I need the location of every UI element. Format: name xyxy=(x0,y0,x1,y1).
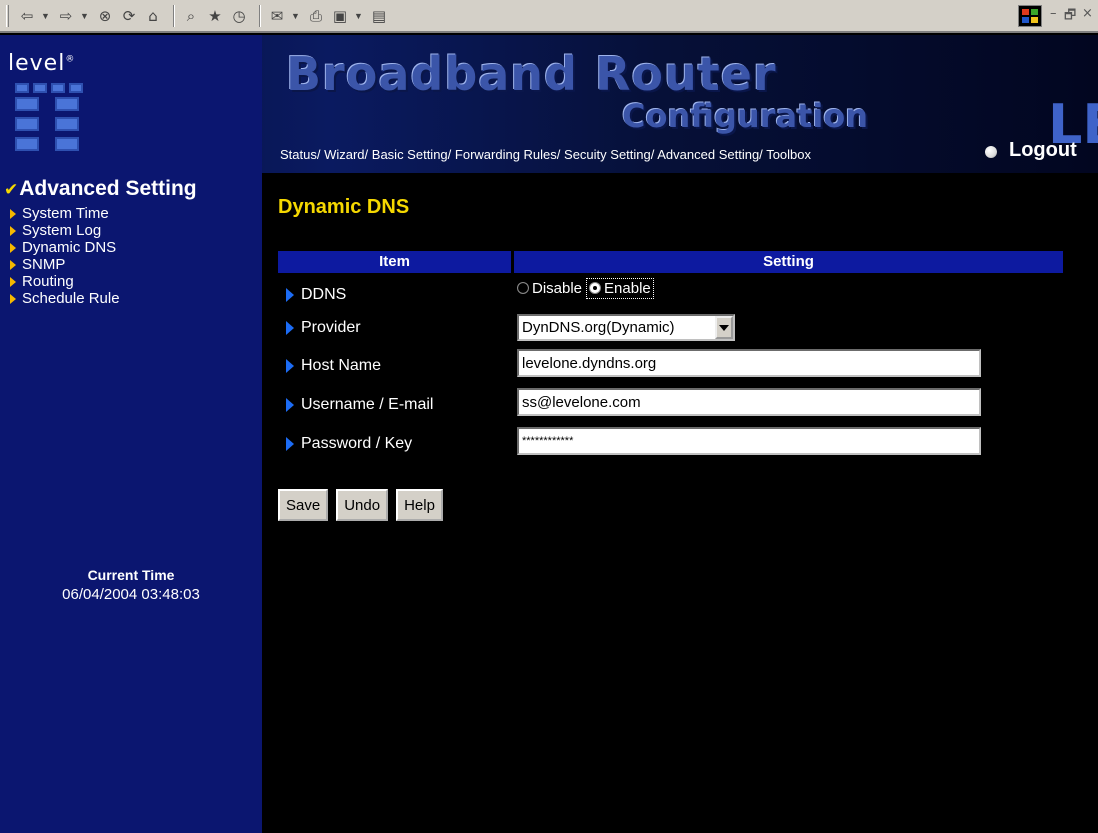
back-icon[interactable]: ⇦ xyxy=(17,7,37,25)
toolbar-grip xyxy=(6,4,9,27)
bullet-triangle-icon xyxy=(10,242,16,253)
provider-select[interactable]: DynDNS.org(Dynamic) xyxy=(517,314,735,341)
help-button[interactable]: Help xyxy=(396,489,443,521)
username-input[interactable] xyxy=(517,388,981,416)
top-nav: Status/ Wizard/ Basic Setting/ Forwardin… xyxy=(280,147,811,162)
nav-status[interactable]: Status/ xyxy=(280,147,320,162)
forward-icon[interactable]: ⇨ xyxy=(56,7,76,25)
edit-icon[interactable]: ▣ xyxy=(330,7,350,25)
sidebar-item-routing[interactable]: Routing xyxy=(10,273,120,290)
password-input[interactable] xyxy=(517,427,981,455)
sidebar-menu: System Time System Log Dynamic DNS SNMP … xyxy=(10,205,120,307)
logout-link[interactable]: Logout xyxy=(1009,139,1077,162)
main-content: Dynamic DNS Item Setting DDNS Disable En… xyxy=(262,173,1098,833)
table-row-ddns: DDNS Disable Enable xyxy=(278,277,1063,312)
save-button[interactable]: Save xyxy=(278,489,329,521)
table-row-password: Password / Key xyxy=(278,427,1063,461)
brand-title: Broadband Router xyxy=(286,47,777,101)
home-icon[interactable]: ⌂ xyxy=(143,7,163,25)
nav-forwarding-rules[interactable]: Forwarding Rules/ xyxy=(455,147,561,162)
windows-logo-icon xyxy=(1018,5,1042,27)
username-field xyxy=(517,388,981,416)
logout-bullet-icon xyxy=(985,146,997,158)
password-label: Password / Key xyxy=(286,435,412,453)
sidebar-item-dynamic-dns[interactable]: Dynamic DNS xyxy=(10,239,120,256)
bullet-triangle-icon xyxy=(10,225,16,236)
ddns-enable-focus: Enable xyxy=(586,277,654,299)
ddns-enable-radio[interactable] xyxy=(589,282,602,294)
row-arrow-icon xyxy=(286,437,294,451)
current-time-label: Current Time xyxy=(87,567,175,583)
password-field xyxy=(517,427,981,455)
ddns-label: DDNS xyxy=(286,286,346,304)
ddns-enable-label[interactable]: Enable xyxy=(604,280,651,297)
refresh-icon[interactable]: ⟳ xyxy=(119,7,139,25)
username-label: Username / E-mail xyxy=(286,396,433,414)
brand-subtitle: Configuration xyxy=(622,97,869,135)
nav-advanced-setting[interactable]: Advanced Setting/ xyxy=(657,147,763,162)
host-name-field xyxy=(517,349,981,377)
bullet-triangle-icon xyxy=(10,208,16,219)
chevron-down-icon[interactable] xyxy=(715,316,733,339)
current-time-value: 06/04/2004 03:48:03 xyxy=(62,586,200,603)
minimize-icon[interactable]: – xyxy=(1050,6,1057,21)
settings-table: Item Setting DDNS Disable Enable Provide… xyxy=(278,251,1063,455)
host-name-input[interactable] xyxy=(517,349,981,377)
toolbar-separator xyxy=(259,4,261,27)
history-icon[interactable]: ◷ xyxy=(229,7,249,25)
nav-security-setting[interactable]: Secuity Setting/ xyxy=(564,147,654,162)
row-arrow-icon xyxy=(286,288,294,302)
row-arrow-icon xyxy=(286,321,294,335)
undo-button[interactable]: Undo xyxy=(336,489,389,521)
column-header-item: Item xyxy=(278,251,511,273)
sidebar: ✔Advanced Setting System Time System Log… xyxy=(0,173,262,833)
edit-dropdown-icon[interactable]: ▼ xyxy=(354,11,363,21)
sidebar-item-snmp[interactable]: SNMP xyxy=(10,256,120,273)
favorites-icon[interactable]: ★ xyxy=(205,7,225,25)
brand-logo-blocks xyxy=(15,83,95,163)
table-row-host-name: Host Name xyxy=(278,349,1063,383)
sidebar-item-schedule-rule[interactable]: Schedule Rule xyxy=(10,290,120,307)
action-buttons: Save Undo Help xyxy=(278,489,443,521)
mail-icon[interactable]: ✉ xyxy=(267,7,287,25)
back-dropdown-icon[interactable]: ▼ xyxy=(41,11,50,21)
provider-label: Provider xyxy=(286,319,361,337)
search-icon[interactable]: ⌕ xyxy=(181,7,201,25)
sidebar-item-system-log[interactable]: System Log xyxy=(10,222,120,239)
ddns-disable-label[interactable]: Disable xyxy=(532,280,582,297)
toolbar-separator xyxy=(173,4,175,27)
checkmark-icon: ✔ xyxy=(4,180,19,200)
mail-dropdown-icon[interactable]: ▼ xyxy=(291,11,300,21)
forward-dropdown-icon[interactable]: ▼ xyxy=(80,11,89,21)
bullet-triangle-icon xyxy=(10,293,16,304)
bullet-triangle-icon xyxy=(10,276,16,287)
row-arrow-icon xyxy=(286,359,294,373)
nav-wizard[interactable]: Wizard/ xyxy=(324,147,368,162)
print-icon[interactable]: ⎙ xyxy=(306,7,326,25)
browser-toolbar: ⇦ ▼ ⇨ ▼ ⊗ ⟳ ⌂ ⌕ ★ ◷ ✉ ▼ ⎙ ▣ ▼ ▤ – 🗗 × xyxy=(0,0,1098,33)
host-name-label: Host Name xyxy=(286,357,381,375)
brand-logo: level® xyxy=(8,51,76,76)
table-row-provider: Provider DynDNS.org(Dynamic) xyxy=(278,311,1063,345)
logo-area: level® xyxy=(0,35,262,173)
stop-icon[interactable]: ⊗ xyxy=(95,7,115,25)
bullet-triangle-icon xyxy=(10,259,16,270)
provider-field: DynDNS.org(Dynamic) xyxy=(517,311,735,341)
restore-icon[interactable]: 🗗 xyxy=(1064,6,1076,28)
sidebar-item-system-time[interactable]: System Time xyxy=(10,205,120,222)
table-header-row: Item Setting xyxy=(278,251,1063,273)
ddns-disable-radio[interactable] xyxy=(517,282,529,294)
nav-toolbox[interactable]: Toolbox xyxy=(766,147,811,162)
table-row-username: Username / E-mail xyxy=(278,388,1063,422)
discuss-icon[interactable]: ▤ xyxy=(369,7,389,25)
close-icon[interactable]: × xyxy=(1082,6,1093,21)
column-header-setting: Setting xyxy=(514,251,1063,273)
router-header: level® Broadband Router Configuration LE… xyxy=(0,35,1098,173)
ddns-radio-group: Disable Enable xyxy=(517,272,654,304)
page-title: Dynamic DNS xyxy=(278,196,410,218)
nav-basic-setting[interactable]: Basic Setting/ xyxy=(372,147,452,162)
sidebar-title: ✔Advanced Setting xyxy=(4,177,197,200)
row-arrow-icon xyxy=(286,398,294,412)
